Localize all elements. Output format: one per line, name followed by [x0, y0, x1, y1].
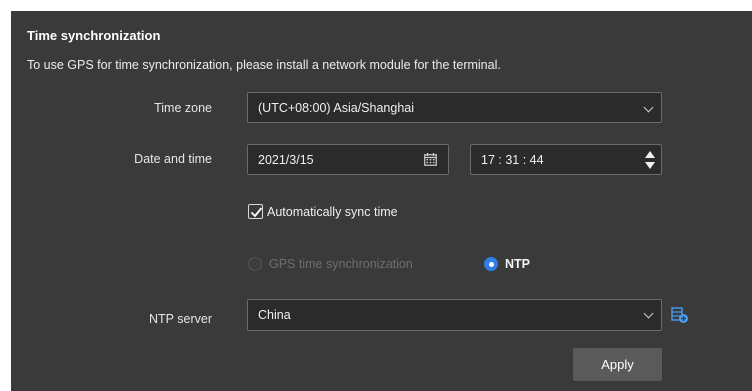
apply-button[interactable]: Apply: [573, 348, 662, 381]
add-server-icon[interactable]: [671, 306, 689, 324]
time-zone-value: (UTC+08:00) Asia/Shanghai: [258, 100, 414, 115]
ntp-radio-label: NTP: [505, 257, 530, 271]
date-input[interactable]: 2021/3/15: [247, 144, 449, 175]
ntp-server-value: China: [258, 308, 291, 322]
time-value: 17 : 31 : 44: [481, 152, 544, 167]
auto-sync-checkbox[interactable]: [248, 204, 263, 219]
time-sync-panel: Time synchronization To use GPS for time…: [11, 11, 752, 391]
ntp-radio[interactable]: [484, 257, 498, 271]
decrement-arrow-icon[interactable]: [645, 162, 655, 169]
gps-radio-option: GPS time synchronization: [248, 257, 413, 271]
date-time-label: Date and time: [134, 152, 212, 166]
section-title: Time synchronization: [27, 28, 161, 43]
auto-sync-checkbox-row[interactable]: Automatically sync time: [248, 204, 398, 219]
spinner-arrows-icon[interactable]: [645, 149, 655, 171]
time-input[interactable]: 17 : 31 : 44: [470, 144, 662, 175]
calendar-icon[interactable]: [424, 153, 437, 169]
ntp-server-label: NTP server: [149, 312, 212, 326]
gps-radio-label: GPS time synchronization: [269, 257, 413, 271]
time-zone-select[interactable]: (UTC+08:00) Asia/Shanghai: [247, 92, 662, 123]
increment-arrow-icon[interactable]: [645, 151, 655, 158]
auto-sync-label: Automatically sync time: [267, 204, 398, 219]
ntp-server-select[interactable]: China: [247, 299, 662, 331]
section-description: To use GPS for time synchronization, ple…: [27, 58, 501, 72]
chevron-down-icon: [643, 308, 654, 319]
check-icon: [250, 207, 263, 218]
chevron-down-icon: [643, 102, 654, 113]
date-value: 2021/3/15: [258, 152, 314, 167]
ntp-radio-option[interactable]: NTP: [484, 257, 530, 271]
time-zone-label: Time zone: [154, 101, 212, 115]
gps-radio: [248, 257, 262, 271]
